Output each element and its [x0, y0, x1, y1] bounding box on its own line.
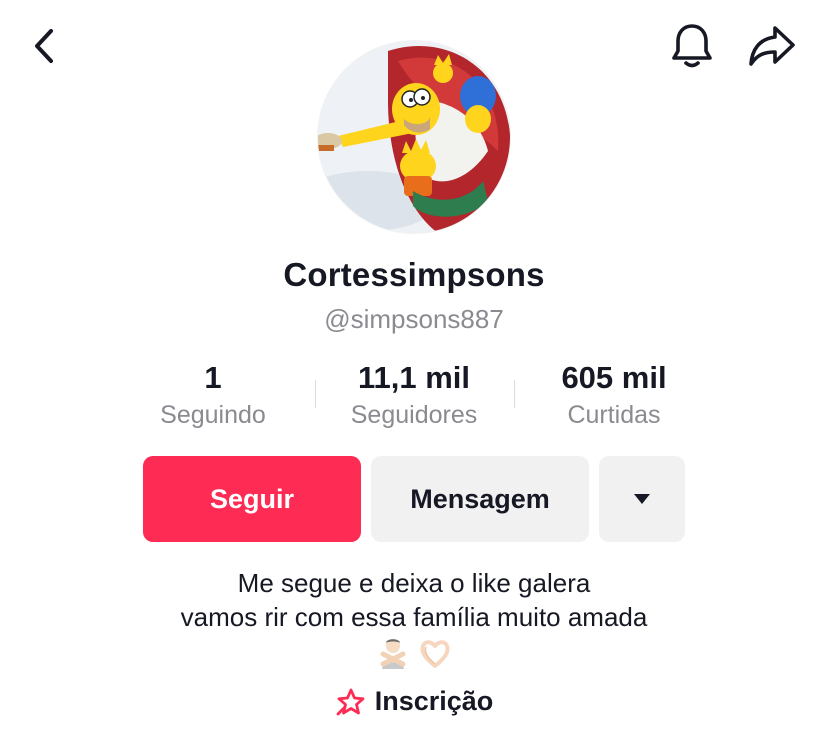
caret-down-icon [634, 494, 650, 504]
stat-following[interactable]: 1 Seguindo [140, 358, 286, 431]
stat-likes[interactable]: 605 mil Curtidas [538, 358, 690, 431]
subscription-link-label: Inscrição [374, 686, 494, 716]
stat-followers[interactable]: 11,1 mil Seguidores [330, 358, 498, 431]
bell-icon [672, 24, 712, 68]
subscription-link[interactable]: Inscrição [0, 686, 828, 717]
follow-button[interactable]: Seguir [143, 456, 361, 542]
bio-line-2: vamos rir com essa família muito amada [180, 602, 648, 632]
share-button[interactable] [744, 20, 800, 72]
profile-avatar[interactable] [318, 41, 510, 233]
stat-following-value: 1 [204, 360, 222, 395]
bio-line-1: Me segue e deixa o like galera [237, 568, 591, 598]
stat-followers-label: Seguidores [350, 401, 478, 429]
stat-likes-value: 605 mil [561, 360, 667, 395]
profile-display-name: Cortessimpsons [283, 256, 545, 293]
simpsons-cartoon-avatar [318, 41, 510, 233]
message-button[interactable]: Mensagem [371, 456, 589, 542]
heart-hands-emoji [420, 640, 450, 668]
more-options-button[interactable] [599, 456, 685, 542]
chevron-left-icon [35, 29, 53, 63]
stat-likes-label: Curtidas [567, 401, 661, 429]
person-gesturing-no-emoji [380, 639, 406, 669]
subscription-star-icon [336, 688, 365, 715]
bio-emojis [0, 636, 828, 670]
stat-divider [315, 380, 316, 408]
stat-followers-value: 11,1 mil [357, 360, 471, 395]
back-button[interactable] [20, 22, 68, 70]
notification-bell-button[interactable] [666, 20, 718, 72]
profile-bio: Me segue e deixa o like galera vamos rir… [0, 566, 828, 634]
share-arrow-icon [749, 26, 795, 66]
stat-divider [514, 380, 515, 408]
profile-username: @simpsons887 [324, 304, 504, 334]
stat-following-label: Seguindo [160, 401, 266, 429]
